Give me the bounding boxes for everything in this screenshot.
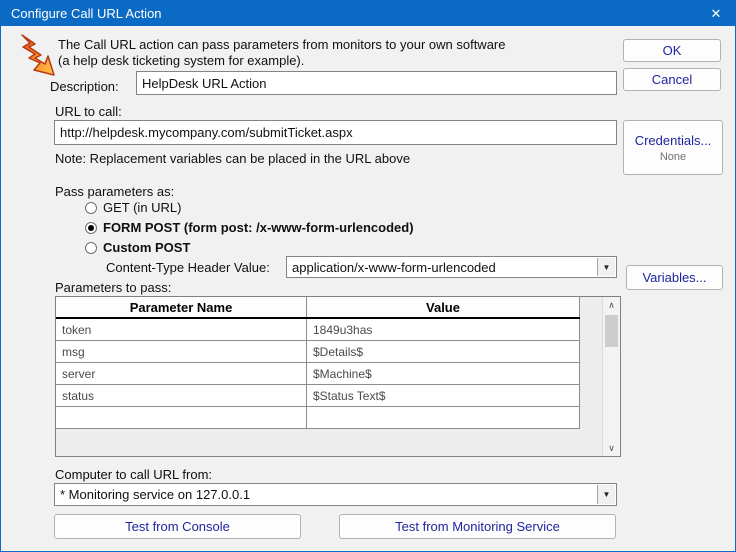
credentials-button-label: Credentials... (635, 133, 712, 148)
intro-line-1: The Call URL action can pass parameters … (58, 37, 505, 52)
cell-value[interactable]: $Machine$ (307, 363, 580, 384)
scroll-down-icon[interactable]: ∨ (603, 440, 620, 456)
cell-parameter-name[interactable]: status (56, 385, 307, 406)
cell-parameter-name[interactable]: server (56, 363, 307, 384)
table-row[interactable]: server $Machine$ (56, 363, 580, 385)
table-row-empty[interactable] (56, 407, 580, 429)
cell-value[interactable]: 1849u3has (307, 319, 580, 340)
radio-get-circle (85, 202, 97, 214)
radio-form-post[interactable]: FORM POST (form post: /x-www-form-urlenc… (85, 220, 414, 235)
table-row[interactable]: token 1849u3has (56, 319, 580, 341)
alert-arrow-icon (13, 32, 57, 78)
dialog-configure-call-url-action: Configure Call URL Action ✕ The Call URL… (0, 0, 736, 552)
computer-combobox[interactable]: * Monitoring service on 127.0.0.1 ▼ (54, 483, 617, 506)
cell-parameter-name[interactable] (56, 407, 307, 428)
cell-parameter-name[interactable]: token (56, 319, 307, 340)
url-note: Note: Replacement variables can be place… (55, 151, 410, 166)
table-header-row: Parameter Name Value (56, 297, 580, 319)
url-input[interactable] (54, 120, 617, 145)
radio-custom-post-label: Custom POST (103, 240, 190, 255)
radio-form-post-label: FORM POST (form post: /x-www-form-urlenc… (103, 220, 414, 235)
close-button[interactable]: ✕ (697, 1, 735, 26)
parameters-table: Parameter Name Value token 1849u3has msg… (55, 296, 621, 457)
parameters-label: Parameters to pass: (55, 280, 171, 295)
column-header-parameter-name[interactable]: Parameter Name (56, 297, 307, 317)
radio-custom-post[interactable]: Custom POST (85, 240, 190, 255)
content-type-value: application/x-www-form-urlencoded (292, 260, 496, 275)
chevron-down-icon[interactable]: ▼ (597, 485, 615, 504)
chevron-down-icon[interactable]: ▼ (597, 258, 615, 276)
content-type-label: Content-Type Header Value: (106, 260, 270, 275)
test-from-monitoring-service-button[interactable]: Test from Monitoring Service (339, 514, 616, 539)
scrollbar-thumb[interactable] (605, 315, 618, 347)
radio-custom-post-circle (85, 242, 97, 254)
table-row[interactable]: msg $Details$ (56, 341, 580, 363)
scroll-up-icon[interactable]: ∧ (603, 297, 620, 313)
intro-line-2: (a help desk ticketing system for exampl… (58, 53, 304, 68)
credentials-status: None (660, 151, 686, 163)
cell-value[interactable]: $Details$ (307, 341, 580, 362)
url-label: URL to call: (55, 104, 122, 119)
variables-button[interactable]: Variables... (626, 265, 723, 290)
pass-parameters-label: Pass parameters as: (55, 184, 174, 199)
table-scrollbar[interactable]: ∧ ∨ (602, 297, 620, 456)
titlebar: Configure Call URL Action (1, 1, 735, 26)
cell-value[interactable] (307, 407, 580, 428)
close-icon: ✕ (711, 6, 722, 22)
cancel-button[interactable]: Cancel (623, 68, 721, 91)
cell-parameter-name[interactable]: msg (56, 341, 307, 362)
content-type-combobox[interactable]: application/x-www-form-urlencoded ▼ (286, 256, 617, 278)
computer-label: Computer to call URL from: (55, 467, 212, 482)
description-input[interactable] (136, 71, 617, 95)
radio-get[interactable]: GET (in URL) (85, 200, 182, 215)
table-row[interactable]: status $Status Text$ (56, 385, 580, 407)
test-from-console-button[interactable]: Test from Console (54, 514, 301, 539)
ok-button[interactable]: OK (623, 39, 721, 62)
window-title: Configure Call URL Action (11, 6, 162, 21)
credentials-button[interactable]: Credentials... None (623, 120, 723, 175)
column-header-value[interactable]: Value (307, 297, 580, 317)
description-label: Description: (50, 79, 119, 94)
cell-value[interactable]: $Status Text$ (307, 385, 580, 406)
radio-get-label: GET (in URL) (103, 200, 182, 215)
radio-form-post-circle (85, 222, 97, 234)
computer-value: * Monitoring service on 127.0.0.1 (60, 487, 250, 502)
